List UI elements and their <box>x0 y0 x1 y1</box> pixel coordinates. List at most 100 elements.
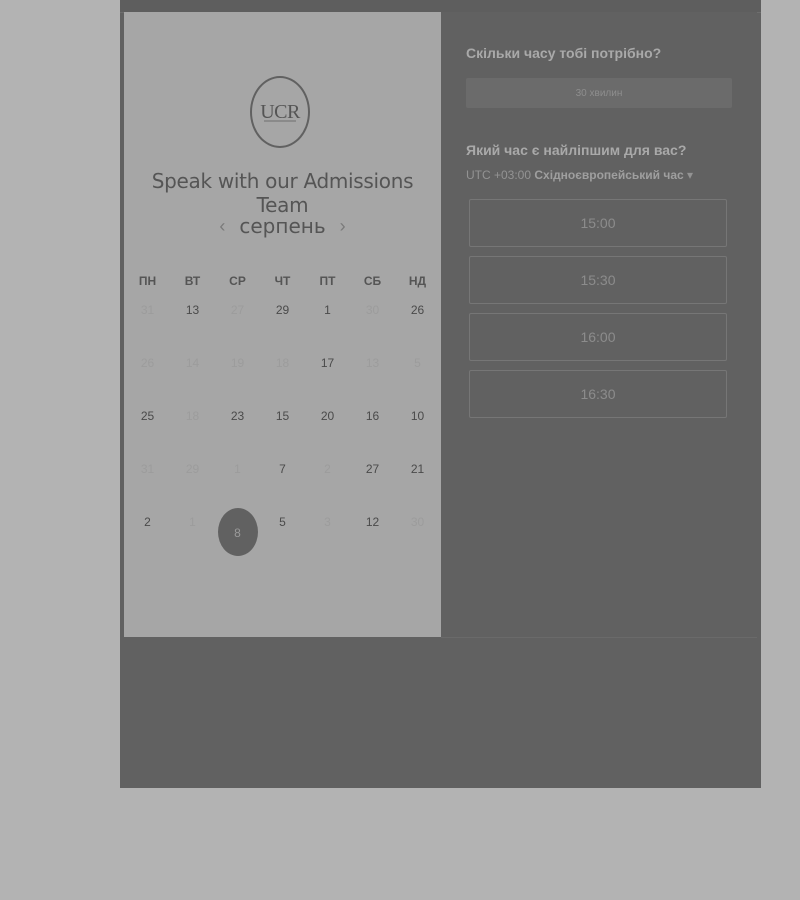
weekday-label: ПТ <box>319 274 336 288</box>
calendar-day: 1 <box>215 454 260 507</box>
calendar-day-number: 26 <box>410 303 425 317</box>
weekday-label: СБ <box>363 274 382 288</box>
calendar-day-number: 30 <box>365 303 380 317</box>
month-navigation: ‹ серпень › <box>124 214 441 238</box>
calendar-day: 13 <box>350 348 395 401</box>
weekday-label: ВТ <box>184 274 201 288</box>
calendar-day-selected[interactable]: 8 <box>215 507 260 560</box>
calendar-day: 30 <box>395 507 440 560</box>
calendar-day-number: 29 <box>185 462 200 476</box>
calendar-day[interactable]: 21 <box>395 454 440 507</box>
calendar-day-number: 8 <box>234 526 241 540</box>
calendar-day: 31 <box>125 295 170 348</box>
calendar-day: 18 <box>260 348 305 401</box>
calendar-day-number: 5 <box>414 356 421 370</box>
calendar-day[interactable]: 7 <box>260 454 305 507</box>
calendar-day[interactable]: 27 <box>350 454 395 507</box>
month-label: серпень <box>239 214 326 238</box>
time-slot-button[interactable]: 16:00 <box>469 313 727 361</box>
calendar-day-number: 19 <box>230 356 245 370</box>
calendar-day-number: 16 <box>365 409 380 423</box>
calendar-day-number: 23 <box>230 409 245 423</box>
calendar-day[interactable]: 16 <box>350 401 395 454</box>
chevron-right-icon[interactable]: › <box>340 217 346 235</box>
calendar-day-number: 27 <box>230 303 245 317</box>
time-slot-list: 15:00 15:30 16:00 16:30 <box>469 199 727 427</box>
weekday-label: ПН <box>138 274 157 288</box>
weekday-header: ПН ВТ СР ЧТ ПТ СБ НД <box>124 274 441 288</box>
calendar-day-number: 1 <box>324 303 331 317</box>
calendar-day-number: 18 <box>185 409 200 423</box>
calendar-day-number: 26 <box>140 356 155 370</box>
time-slot-button[interactable]: 15:00 <box>469 199 727 247</box>
calendar-day[interactable]: 29 <box>260 295 305 348</box>
ucr-logo: UCR <box>250 76 310 148</box>
calendar-day-number: 21 <box>410 462 425 476</box>
calendar-day[interactable]: 12 <box>350 507 395 560</box>
calendar-day[interactable]: 2 <box>125 507 170 560</box>
calendar-day-number: 20 <box>320 409 335 423</box>
chevron-left-icon[interactable]: ‹ <box>219 217 225 235</box>
calendar-day[interactable]: 13 <box>170 295 215 348</box>
timezone-selector[interactable]: UTC +03:00 Східноєвропейський час ▾ <box>466 168 693 182</box>
calendar-day-number: 27 <box>365 462 380 476</box>
duration-button[interactable]: 30 хвилин <box>466 78 732 108</box>
calendar-day-number: 29 <box>275 303 290 317</box>
duration-question: Скільки часу тобі потрібно? <box>466 45 662 61</box>
calendar-day-number: 1 <box>189 515 196 529</box>
logo-rule <box>264 120 296 122</box>
calendar-card: UCR Speak with our Admissions Team ‹ сер… <box>124 12 441 637</box>
calendar-day[interactable]: 20 <box>305 401 350 454</box>
calendar-day: 2 <box>305 454 350 507</box>
calendar-day: 18 <box>170 401 215 454</box>
calendar-day: 3 <box>305 507 350 560</box>
calendar-day[interactable]: 25 <box>125 401 170 454</box>
calendar-day-number: 5 <box>279 515 286 529</box>
timezone-offset: UTC +03:00 <box>466 168 532 182</box>
calendar-day-number: 18 <box>275 356 290 370</box>
timezone-name: Східноєвропейський час <box>534 168 684 182</box>
calendar-day[interactable]: 5 <box>260 507 305 560</box>
calendar-day-number: 31 <box>140 303 155 317</box>
calendar-day: 1 <box>170 507 215 560</box>
calendar-day-number: 3 <box>324 515 331 529</box>
booking-frame: UCR Speak with our Admissions Team ‹ сер… <box>120 0 761 788</box>
time-slot-button[interactable]: 16:30 <box>469 370 727 418</box>
weekday-label: НД <box>408 274 427 288</box>
calendar-day: 27 <box>215 295 260 348</box>
calendar-day-number: 13 <box>185 303 200 317</box>
calendar-day-number: 13 <box>365 356 380 370</box>
chevron-down-icon: ▾ <box>687 168 694 182</box>
calendar-day-number: 2 <box>144 515 151 529</box>
calendar-day-number: 15 <box>275 409 290 423</box>
calendar-day: 19 <box>215 348 260 401</box>
time-question: Який час є найліпшим для вас? <box>466 142 687 158</box>
calendar-day[interactable]: 26 <box>395 295 440 348</box>
calendar-day: 31 <box>125 454 170 507</box>
calendar-day: 30 <box>350 295 395 348</box>
calendar-day: 26 <box>125 348 170 401</box>
calendar-day[interactable]: 17 <box>305 348 350 401</box>
calendar-day-number: 17 <box>320 356 335 370</box>
calendar-day-number: 12 <box>365 515 380 529</box>
weekday-label: СР <box>229 274 246 288</box>
time-slot-button[interactable]: 15:30 <box>469 256 727 304</box>
calendar-day-number: 10 <box>410 409 425 423</box>
calendar-day-number: 31 <box>140 462 155 476</box>
calendar-day-number: 2 <box>324 462 331 476</box>
page-title: Speak with our Admissions Team <box>151 169 414 217</box>
calendar-day-number: 7 <box>279 462 286 476</box>
calendar-day[interactable]: 1 <box>305 295 350 348</box>
calendar-day: 5 <box>395 348 440 401</box>
calendar-day: 14 <box>170 348 215 401</box>
weekday-label: ЧТ <box>274 274 291 288</box>
calendar-day[interactable]: 23 <box>215 401 260 454</box>
calendar-day: 29 <box>170 454 215 507</box>
calendar-day-number: 25 <box>140 409 155 423</box>
day-grid: 31 13 27 29 1 30 26 26 14 19 18 17 13 5 25 18 23 15 20 16 10… <box>124 295 441 560</box>
calendar-day-number: 14 <box>185 356 200 370</box>
calendar-day[interactable]: 10 <box>395 401 440 454</box>
calendar-day-number: 30 <box>410 515 425 529</box>
calendar-day-number: 1 <box>234 462 241 476</box>
calendar-day[interactable]: 15 <box>260 401 305 454</box>
